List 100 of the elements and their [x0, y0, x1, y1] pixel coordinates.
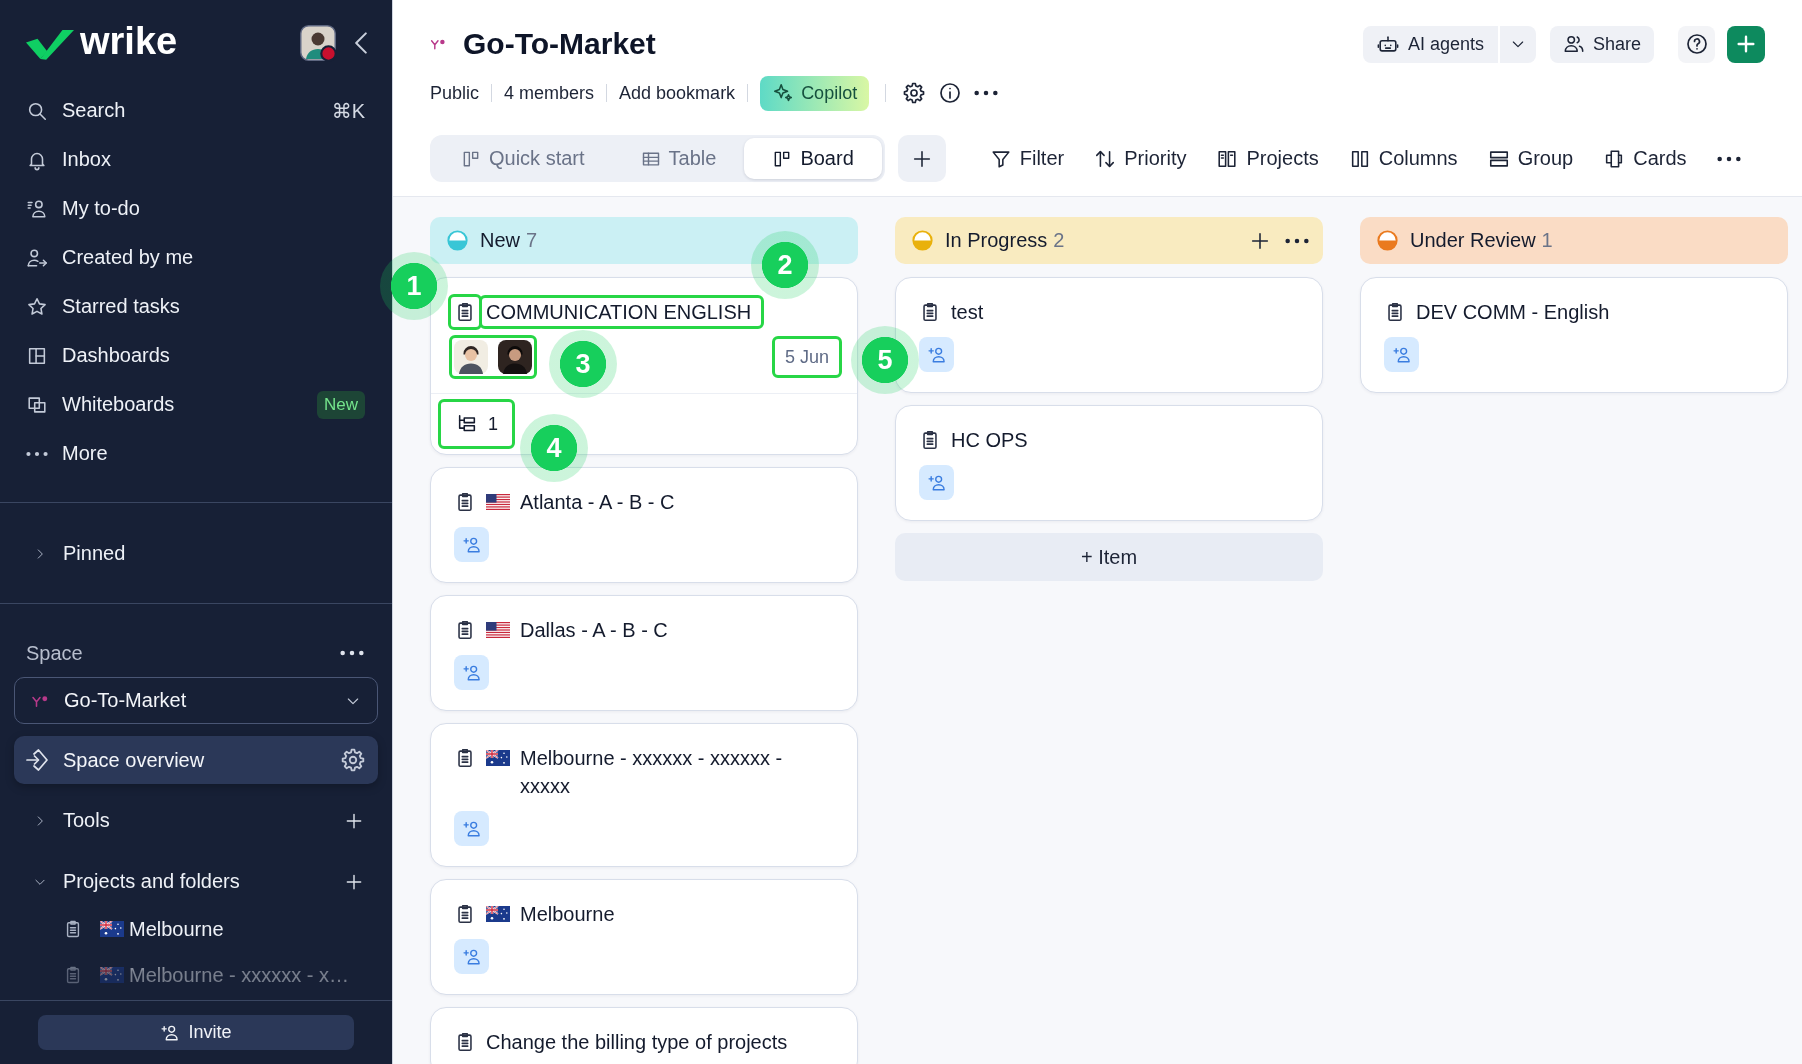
nav-item[interactable]: More: [0, 429, 392, 478]
item-count: 1: [1541, 229, 1553, 252]
ai-agents-button[interactable]: AI agents: [1362, 25, 1498, 63]
card-title: Change the billing type of projects: [486, 1030, 788, 1055]
more-icon[interactable]: [974, 90, 999, 96]
nav-item[interactable]: My to-do: [0, 184, 392, 233]
arrow-into-icon: [25, 748, 49, 772]
view-tab[interactable]: Board: [744, 138, 882, 179]
section-header[interactable]: Projects and folders: [0, 857, 392, 906]
callout-number: 3: [549, 330, 617, 398]
nav-item[interactable]: Search ⌘K: [0, 86, 392, 135]
australia-flag-icon: [100, 967, 124, 983]
item-count: 2: [1053, 229, 1065, 252]
add-button[interactable]: [1727, 25, 1765, 63]
item-count: 7: [526, 229, 538, 252]
share-button[interactable]: Share: [1549, 25, 1654, 63]
add-item-button[interactable]: + Item: [895, 533, 1323, 581]
copilot-button[interactable]: Copilot: [760, 75, 870, 111]
card-title: Atlanta - A - B - C: [520, 490, 675, 515]
toolbar-button[interactable]: Columns: [1348, 147, 1458, 170]
toolbar-button[interactable]: Cards: [1603, 147, 1687, 170]
card-title: HC OPS: [951, 428, 1028, 453]
callout-number: 4: [520, 414, 588, 482]
australia-flag-icon: [486, 750, 510, 766]
due-date: 5 Jun: [784, 346, 829, 368]
avatar-icon: [498, 340, 532, 374]
section-label: Space: [26, 641, 83, 665]
add-assignee-button[interactable]: [454, 655, 489, 690]
card-title: Melbourne - xxxxxx - xxxxxx - xxxxx: [520, 746, 784, 799]
column-title: New: [480, 229, 520, 252]
task-card[interactable]: Change the billing type of projects: [430, 1007, 858, 1064]
australia-flag-icon: [486, 906, 510, 922]
us-flag-icon: [486, 622, 510, 638]
add-view-button[interactable]: [897, 135, 946, 182]
card-title: DEV COMM - English: [1416, 300, 1610, 325]
toolbar-button[interactable]: Filter: [989, 147, 1065, 170]
logo-check-icon: [26, 28, 74, 60]
section-header[interactable]: Pinned: [0, 529, 392, 578]
column-title: In Progress: [945, 229, 1048, 252]
card-title: test: [951, 300, 984, 325]
add-assignee-button[interactable]: [454, 939, 489, 974]
column-title: Under Review: [1410, 229, 1536, 252]
add-assignee-button[interactable]: [919, 337, 954, 372]
task-card[interactable]: Dallas - A - B - C: [430, 595, 858, 711]
card-title: Melbourne: [520, 902, 615, 927]
space-dropdown[interactable]: Go-To-Market: [14, 677, 378, 724]
space-icon: [31, 693, 49, 708]
people-icon: [1562, 33, 1585, 55]
task-card[interactable]: DEV COMM - English: [1360, 277, 1788, 393]
card-title: COMMUNICATION ENGLISH: [486, 300, 752, 325]
help-icon: [1684, 32, 1709, 56]
toolbar-button[interactable]: Priority: [1094, 147, 1187, 170]
nav-item[interactable]: Dashboards: [0, 331, 392, 380]
avatar-icon: [454, 340, 488, 374]
header-link[interactable]: 4 members: [504, 82, 595, 104]
task-card[interactable]: HC OPS: [895, 405, 1323, 521]
task-card[interactable]: Melbourne - xxxxxx - xxxxxx - xxxxx: [430, 723, 858, 867]
view-tab[interactable]: Table: [612, 138, 745, 179]
view-tab[interactable]: Quick start: [433, 138, 613, 179]
info-icon[interactable]: [938, 81, 963, 105]
page-title: Go-To-Market: [463, 26, 656, 62]
task-card[interactable]: test: [895, 277, 1323, 393]
task-card[interactable]: Atlanta - A - B - C: [430, 467, 858, 583]
more-icon: [26, 450, 48, 457]
header-link[interactable]: Add bookmark: [619, 82, 736, 104]
callout-number: 5: [851, 326, 919, 394]
section-header[interactable]: Tools: [0, 796, 392, 845]
add-assignee-button[interactable]: [919, 465, 954, 500]
new-badge: New: [317, 390, 365, 419]
australia-flag-icon: [100, 921, 124, 937]
add-assignee-button[interactable]: [454, 811, 489, 846]
status-dot-icon: [320, 45, 337, 62]
add-assignee-button[interactable]: [1384, 337, 1419, 372]
card-title: Dallas - A - B - C: [520, 618, 668, 643]
plus-icon: [1735, 33, 1757, 55]
space-overview-item[interactable]: Space overview: [14, 736, 378, 784]
logo-wordmark: wrike: [80, 22, 178, 60]
task-card[interactable]: Melbourne: [430, 879, 858, 995]
callout-number: 1: [380, 252, 448, 320]
toolbar-button[interactable]: Projects: [1216, 147, 1319, 170]
more-icon[interactable]: [1716, 155, 1741, 162]
nav-item[interactable]: Whiteboards New: [0, 380, 392, 429]
more-icon[interactable]: [1285, 237, 1309, 244]
toolbar-button[interactable]: Group: [1487, 147, 1574, 170]
add-assignee-button[interactable]: [454, 527, 489, 562]
sparkle-icon: [772, 82, 795, 104]
subtasks-button[interactable]: 1: [456, 413, 498, 435]
star-icon: [26, 295, 48, 318]
settings-icon[interactable]: [902, 81, 927, 105]
shortcut-hint: ⌘K: [331, 98, 365, 123]
chevron-left-icon[interactable]: [355, 32, 367, 54]
settings-icon[interactable]: [340, 747, 366, 773]
project-item[interactable]: Melbourne - xxxxxx - x…: [0, 952, 392, 998]
project-item[interactable]: Melbourne: [0, 906, 392, 952]
space-icon: [430, 37, 446, 51]
nav-item[interactable]: Inbox: [0, 135, 392, 184]
invite-button[interactable]: Invite: [38, 1015, 354, 1050]
person-list-icon: [26, 197, 48, 220]
header-link[interactable]: Public: [430, 82, 480, 104]
help-button[interactable]: [1678, 25, 1715, 63]
